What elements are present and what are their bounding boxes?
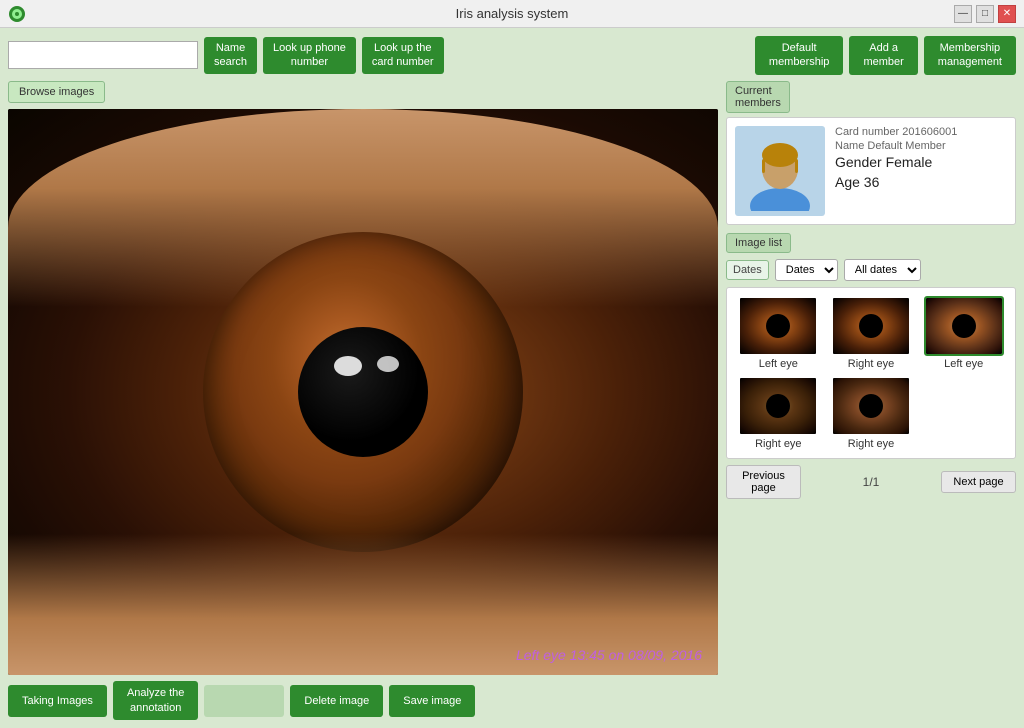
thumb-img-3 [924,296,1004,356]
prev-page-button[interactable]: Previous page [726,465,801,499]
image-list-section: Image list Dates Dates All dates [726,233,1016,720]
current-members-label: Current members [726,81,790,113]
thumb-label-4: Right eye [755,438,801,450]
app-logo [8,5,26,23]
thumb-item-4[interactable]: Right eye [735,376,822,450]
default-membership-button[interactable]: Default membership [755,36,844,75]
pagination-row: Previous page 1/1 Next page [726,465,1016,499]
thumb-img-4 [738,376,818,436]
restore-button[interactable]: □ [976,5,994,23]
pupil [298,327,428,457]
delete-image-button[interactable]: Delete image [290,685,383,717]
page-indicator: 1/1 [805,475,937,489]
left-panel: Browse images Left eye 13:45 on 08/09, 2… [8,81,718,720]
close-button[interactable]: ✕ [998,5,1016,23]
thumb-item-1[interactable]: Left eye [735,296,822,370]
eye-image [8,109,718,676]
thumb-item-2[interactable]: Right eye [828,296,915,370]
member-name: Name Default Member [835,140,1007,152]
thumb-item-3[interactable]: Left eye [920,296,1007,370]
pupil-highlight [334,356,362,376]
image-list-label: Image list [726,233,791,253]
member-gender: Gender Female [835,154,1007,170]
window-controls: — □ ✕ [954,5,1016,23]
search-input[interactable] [8,41,198,69]
dates-select[interactable]: Dates [775,259,838,281]
thumb-label-5: Right eye [848,438,894,450]
member-card: Card number 201606001 Name Default Membe… [726,117,1016,225]
top-toolbar: Name search Look up phone number Look up… [8,36,1016,75]
thumb-label-1: Left eye [759,358,798,370]
thumb-item-5[interactable]: Right eye [828,376,915,450]
save-image-button[interactable]: Save image [389,685,475,717]
thumb-img-5 [831,376,911,436]
card-number: Card number 201606001 [835,126,1007,138]
eye-image-container: Left eye 13:45 on 08/09, 2016 [8,109,718,676]
right-panel: Current members [726,81,1016,720]
members-section: Current members [726,81,1016,225]
minimize-button[interactable]: — [954,5,972,23]
next-page-button[interactable]: Next page [941,471,1016,493]
thumb-img-2 [831,296,911,356]
bottom-toolbar: Taking Images Analyze the annotation Del… [8,681,718,720]
titlebar: Iris analysis system — □ ✕ [0,0,1024,28]
date-filter-row: Dates Dates All dates [726,259,1016,281]
lookup-card-button[interactable]: Look up the card number [362,37,444,74]
dates-label: Dates [726,260,769,280]
member-info: Card number 201606001 Name Default Membe… [835,126,1007,190]
analyze-annotation-button[interactable]: Analyze the annotation [113,681,198,720]
add-member-button[interactable]: Add a member [849,36,917,75]
member-age: Age 36 [835,174,1007,190]
lookup-phone-button[interactable]: Look up phone number [263,37,356,74]
all-dates-select[interactable]: All dates [844,259,921,281]
membership-management-button[interactable]: Membership management [924,36,1016,75]
main-content: Name search Look up phone number Look up… [0,28,1024,728]
name-search-button[interactable]: Name search [204,37,257,74]
content-area: Browse images Left eye 13:45 on 08/09, 2… [8,81,1016,720]
pupil-highlight2 [377,356,399,372]
disabled-button [204,685,284,717]
eye-timestamp: Left eye 13:45 on 08/09, 2016 [516,647,702,663]
taking-images-button[interactable]: Taking Images [8,685,107,717]
thumbnails-grid: Left eye Right eye [726,287,1016,459]
thumb-label-3: Left eye [944,358,983,370]
thumb-label-2: Right eye [848,358,894,370]
browse-images-button[interactable]: Browse images [8,81,105,103]
avatar-image [740,131,820,211]
avatar [735,126,825,216]
thumb-img-1 [738,296,818,356]
iris [203,232,523,552]
app-title: Iris analysis system [456,6,569,21]
